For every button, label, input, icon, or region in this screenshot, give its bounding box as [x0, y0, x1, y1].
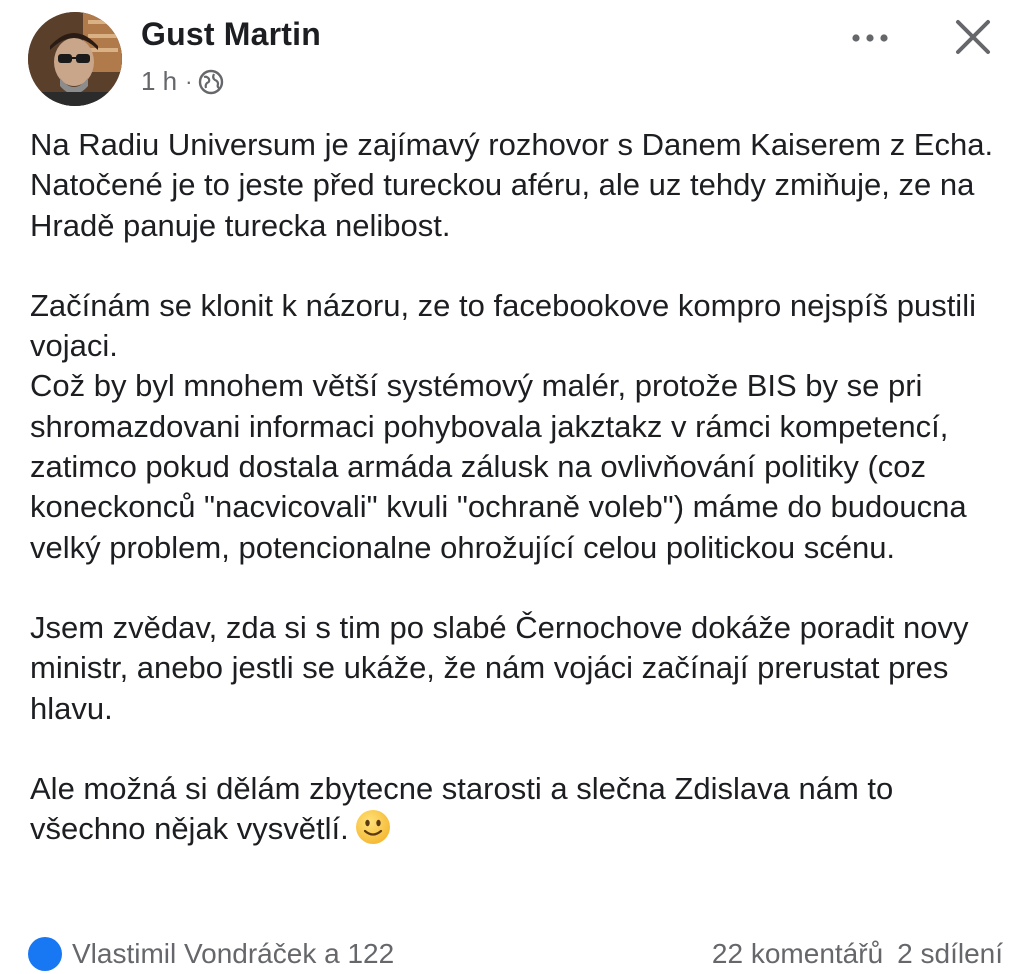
close-button[interactable]: [950, 14, 996, 60]
post-time[interactable]: 1 h: [141, 66, 177, 97]
post-header: Gust Martin 1 h ·: [0, 0, 1024, 120]
post-paragraph-4: Ale možná si dělám zbytecne starosti a s…: [30, 770, 894, 847]
post-paragraph-2: Začínám se klonit k názoru, ze to facebo…: [30, 287, 976, 364]
reaction-names[interactable]: Vlastimil Vondráček a 122: [72, 938, 394, 970]
globe-icon: [198, 69, 224, 95]
close-icon: [956, 20, 990, 54]
slightly-smiling-face-emoji: [355, 809, 391, 845]
more-horizontal-icon: [852, 34, 888, 42]
reactions-bar: Vlastimil Vondráček a 122 22 komentářů 2…: [28, 934, 1003, 974]
meta-separator: ·: [185, 68, 193, 94]
post-paragraph-3: Jsem zvědav, zda si s tim po slabé Černo…: [30, 609, 969, 726]
post-paragraph-2-continued: Což by byl mnohem větší systémový malér,…: [30, 368, 967, 565]
like-icon[interactable]: [28, 937, 62, 971]
more-options-button[interactable]: [846, 20, 896, 56]
post-meta: 1 h ·: [141, 66, 224, 97]
post-paragraph-1: Na Radiu Universum je zajímavý rozhovor …: [30, 127, 994, 243]
post-paragraph-4-wrapper: Ale možná si dělám zbytecne starosti a s…: [30, 769, 1005, 850]
avatar[interactable]: [28, 12, 122, 106]
post-body: Na Radiu Universum je zajímavý rozhovor …: [30, 125, 1005, 849]
comments-count[interactable]: 22 komentářů: [712, 938, 883, 970]
avatar-image: [28, 12, 122, 106]
author-name[interactable]: Gust Martin: [141, 16, 321, 53]
shares-count[interactable]: 2 sdílení: [897, 938, 1003, 970]
